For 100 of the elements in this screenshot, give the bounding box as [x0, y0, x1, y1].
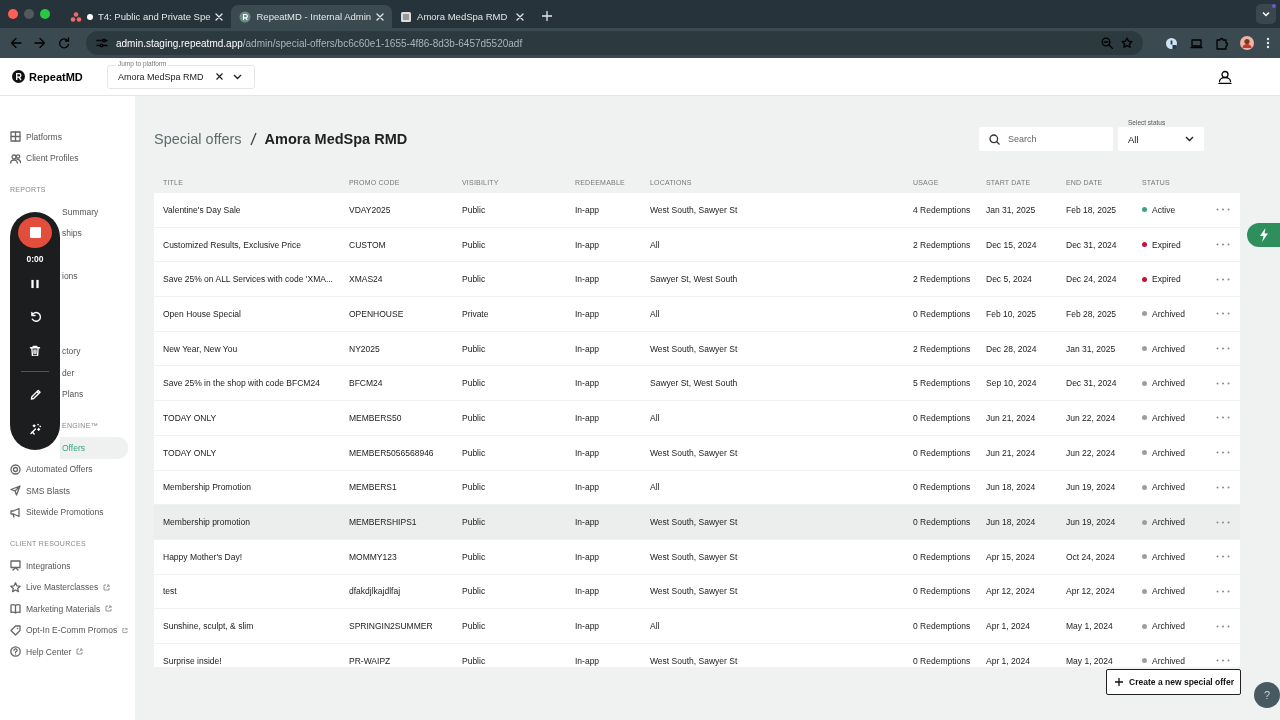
- table-row[interactable]: TODAY ONLY MEMBER5056568946 Public In-app West South, Sawyer St 0 Redemptions Jun 21, 2024 Jun 22, 2024 Archived: [154, 435, 1240, 470]
- more-icon[interactable]: [1216, 208, 1230, 212]
- table-row[interactable]: test dfakdjlkajdlfaj Public In-app West South, Sawyer St 0 Redemptions Apr 12, 2024 Apr 12, 2024 Archived: [154, 574, 1240, 609]
- pencil-icon[interactable]: [28, 389, 42, 402]
- table-cell-text: Membership promotion: [163, 517, 251, 528]
- table-row[interactable]: Sunshine, sculpt, & slim SPRINGIN2SUMMER Public In-app All 0 Redemptions Apr 1, 2024 May 1, 2024 Archived: [154, 609, 1240, 643]
- table-cell-text: SPRINGIN2SUMMER: [349, 621, 434, 632]
- status-text: Expired: [1152, 274, 1181, 285]
- table-cell-text: In-app: [575, 204, 601, 215]
- new-tab-icon[interactable]: [542, 11, 553, 21]
- more-icon[interactable]: [1216, 243, 1230, 247]
- table-cell-text: Public: [462, 239, 487, 250]
- more-icon[interactable]: [1266, 37, 1270, 49]
- sidebar-item[interactable]: ships: [60, 222, 128, 244]
- forward-icon[interactable]: [34, 37, 46, 49]
- clear-icon[interactable]: [215, 73, 223, 80]
- extensions-icon[interactable]: [1215, 36, 1228, 50]
- sidebar-item[interactable]: Automated Offers: [0, 458, 128, 480]
- chevron-down-icon[interactable]: [232, 73, 242, 80]
- table-cell-text: Public: [462, 204, 487, 215]
- table-cell-text: In-app: [575, 378, 601, 389]
- table-cell-text: Jan 31, 2025: [1066, 343, 1117, 354]
- more-icon[interactable]: [1216, 624, 1230, 628]
- tab-list-icon[interactable]: [1256, 4, 1276, 24]
- table-cell-text: All: [650, 308, 661, 319]
- table-row[interactable]: Save 25% on ALL Services with code 'XMA... XMAS24 Public In-app Sawyer St, West South 2 Redemptions Dec 5, 2024 Dec 24, 2024 Expired: [154, 262, 1240, 297]
- stop-button[interactable]: [18, 217, 52, 248]
- table-cell-text: dfakdjlkajdlfaj: [349, 586, 402, 597]
- address-bar[interactable]: admin.staging.repeatmd.app/admin/special-offers/bc6c60e1-1655-4f86-8d3b-6457d5520adf: [86, 31, 1143, 55]
- breadcrumb-link[interactable]: Special offers: [154, 131, 242, 147]
- reload-icon[interactable]: [58, 37, 70, 49]
- table-cell-text: TODAY ONLY: [163, 447, 218, 458]
- sidebar-item[interactable]: Plans: [60, 383, 128, 405]
- sidebar-item[interactable]: Client Profiles: [0, 147, 128, 169]
- table-row[interactable]: Surprise inside! PR-WAIPZ Public In-app West South, Sawyer St 0 Redemptions Apr 1, 2024 May 1, 2024 Archived: [154, 643, 1240, 667]
- more-icon[interactable]: [1216, 485, 1230, 489]
- table-row[interactable]: Save 25% in the shop with code BFCM24 BFCM24 Public In-app Sawyer St, West South 5 Redemptions Sep 10, 2024 Dec 31, 2024 Archived: [154, 366, 1240, 401]
- close-icon[interactable]: [215, 12, 224, 21]
- status-text: Archived: [1152, 621, 1186, 632]
- more-icon[interactable]: [1216, 659, 1230, 663]
- more-icon[interactable]: [1216, 347, 1230, 351]
- table-cell-text: Public: [462, 274, 487, 285]
- sidebar-item[interactable]: ions: [60, 265, 128, 287]
- restart-icon[interactable]: [28, 310, 42, 323]
- sparkle-wand-icon[interactable]: [28, 423, 42, 435]
- help-button[interactable]: ?: [1254, 682, 1280, 708]
- table-cell-text: 5 Redemptions: [913, 378, 972, 389]
- sidebar-item[interactable]: Summary: [60, 201, 128, 223]
- profile-avatar-icon[interactable]: [1240, 36, 1254, 50]
- select-value: All: [1128, 133, 1140, 145]
- sidebar-item[interactable]: Sitewide Promotions: [0, 501, 128, 523]
- external-link-icon[interactable]: [105, 605, 113, 613]
- status-text: Archived: [1152, 586, 1186, 597]
- external-link-icon[interactable]: [76, 648, 84, 656]
- chevron-down-icon[interactable]: [1185, 136, 1194, 142]
- more-icon[interactable]: [1216, 277, 1230, 281]
- sidebar-item[interactable]: Integrations: [0, 555, 128, 577]
- table-cell-text: 0 Redemptions: [913, 655, 972, 666]
- table-row[interactable]: TODAY ONLY MEMBERS50 Public In-app All 0 Redemptions Jun 21, 2024 Jun 22, 2024 Archived: [154, 401, 1240, 435]
- table-row[interactable]: Customized Results, Exclusive Price CUSTOM Public In-app All 2 Redemptions Dec 15, 2024 Dec 31, 2024 Expired: [154, 227, 1240, 262]
- more-icon[interactable]: [1216, 589, 1230, 593]
- more-icon[interactable]: [1216, 381, 1230, 385]
- laptop-icon[interactable]: [1190, 36, 1203, 50]
- back-icon[interactable]: [10, 37, 22, 49]
- close-icon[interactable]: [376, 12, 385, 21]
- external-link-icon[interactable]: [122, 626, 128, 634]
- table-row[interactable]: Membership promotion MEMBERSHIPS1 Public In-app West South, Sawyer St 0 Redemptions Jun 18, 2024 Jun 19, 2024 Archived: [154, 505, 1240, 539]
- more-icon[interactable]: [1216, 451, 1230, 455]
- quick-action-button[interactable]: [1247, 223, 1280, 247]
- browser-tab[interactable]: RepeatMD - Internal Admin: [231, 5, 393, 28]
- user-icon[interactable]: [1218, 69, 1232, 84]
- sidebar-item[interactable]: Help Center: [0, 641, 128, 663]
- sidebar-item[interactable]: Marketing Materials: [0, 598, 128, 620]
- table-row[interactable]: Valentine's Day Sale VDAY2025 Public In-app West South, Sawyer St 4 Redemptions Jan 31, 2025 Feb 18, 2025 Active: [154, 193, 1240, 227]
- external-link-icon[interactable]: [103, 583, 111, 591]
- table-cell-text: All: [650, 621, 661, 632]
- create-button[interactable]: Create a new special offer: [1106, 669, 1241, 695]
- more-icon[interactable]: [1216, 416, 1230, 420]
- table-cell-text: MOMMY123: [349, 551, 398, 562]
- table-row[interactable]: New Year, New You NY2025 Public In-app West South, Sawyer St 2 Redemptions Dec 28, 2024 Jan 31, 2025 Archived: [154, 331, 1240, 366]
- more-icon[interactable]: [1216, 555, 1230, 559]
- star-icon[interactable]: [1121, 37, 1133, 49]
- sidebar-item[interactable]: der: [60, 362, 128, 384]
- trash-icon[interactable]: [29, 344, 41, 357]
- table-row[interactable]: Happy Mother's Day! MOMMY123 Public In-app West South, Sawyer St 0 Redemptions Apr 15, 2024 Oct 24, 2024 Archived: [154, 539, 1240, 574]
- table-row[interactable]: Membership Promotion MEMBERS1 Public In-app All 0 Redemptions Jun 18, 2024 Jun 19, 2024 Archived: [154, 470, 1240, 505]
- sidebar-item[interactable]: Opt-In E-Comm Promos: [0, 619, 128, 641]
- search-field[interactable]: Search: [979, 127, 1113, 151]
- more-icon[interactable]: [1216, 312, 1230, 316]
- browser-tab[interactable]: T4: Public and Private Spe: [62, 5, 232, 28]
- table-cell-text: MEMBER5056568946: [349, 447, 435, 458]
- pause-icon[interactable]: [30, 278, 40, 289]
- sidebar-item[interactable]: Platforms: [0, 126, 128, 148]
- sidebar-item[interactable]: SMS Blasts: [0, 480, 128, 502]
- table-row[interactable]: Open House Special OPENHOUSE Private In-app All 0 Redemptions Feb 10, 2025 Feb 28, 2025 Archived: [154, 297, 1240, 331]
- close-icon[interactable]: [516, 12, 525, 21]
- browser-tab[interactable]: Amora MedSpa RMD: [392, 5, 533, 28]
- sidebar-item[interactable]: Live Masterclasses: [0, 576, 128, 598]
- sidebar-item[interactable]: ctory: [60, 340, 128, 362]
- table-cell-text: Apr 1, 2024: [986, 621, 1031, 632]
